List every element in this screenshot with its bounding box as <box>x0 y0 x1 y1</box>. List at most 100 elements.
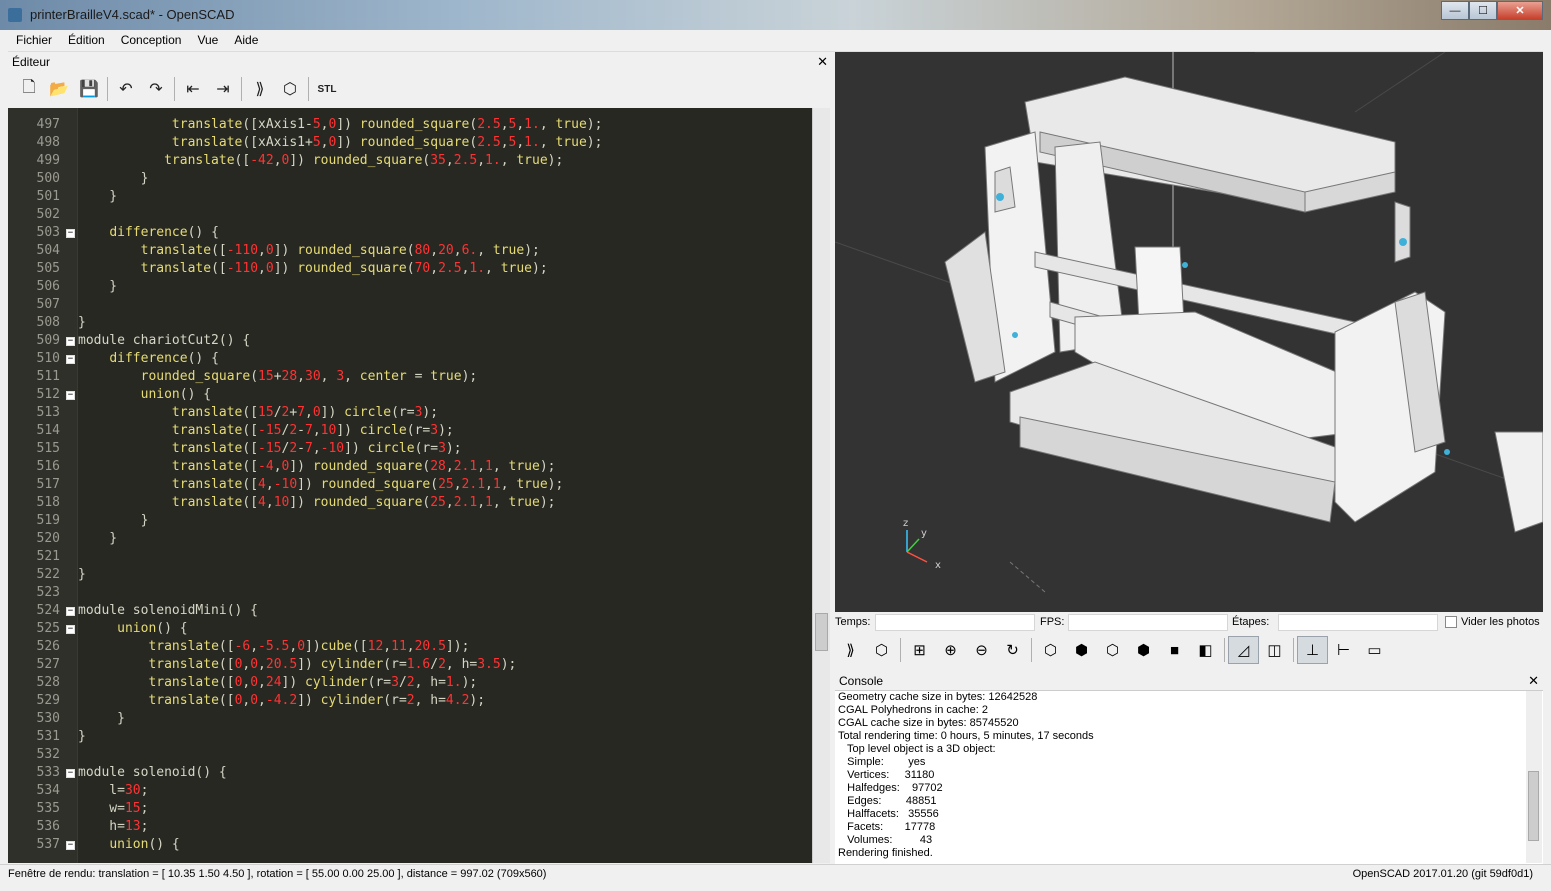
save-icon[interactable]: 💾 <box>74 75 104 103</box>
code-line: 514 translate([-15/2-7,10]) circle(r=3); <box>8 422 812 440</box>
show-scale-icon[interactable]: ⊢ <box>1328 636 1359 664</box>
fold-toggle-icon[interactable]: − <box>66 355 75 364</box>
view-front-icon[interactable]: ■ <box>1159 636 1190 664</box>
etapes-field[interactable] <box>1278 614 1438 631</box>
line-number: 517 <box>36 477 60 492</box>
fold-toggle-icon[interactable]: − <box>66 337 75 346</box>
toolbar-separator <box>1031 638 1032 662</box>
redo-icon[interactable]: ↷ <box>141 75 171 103</box>
menu-aide[interactable]: Aide <box>226 30 266 51</box>
menu-vue[interactable]: Vue <box>189 30 226 51</box>
menu-fichier[interactable]: Fichier <box>8 30 60 51</box>
render-icon[interactable]: ⬡ <box>275 75 305 103</box>
line-number: 527 <box>36 657 60 672</box>
code-line: 515 translate([-15/2-7,-10]) circle(r=3)… <box>8 440 812 458</box>
line-number: 529 <box>36 693 60 708</box>
console-line: Halfedges: 97702 <box>838 782 943 794</box>
console-line: Top level object is a 3D object: <box>838 743 996 755</box>
code-line: 521 <box>8 548 812 566</box>
console-close-button[interactable]: ✕ <box>1528 673 1539 689</box>
minimize-button[interactable]: — <box>1441 1 1469 20</box>
indent-icon[interactable]: ⇥ <box>208 75 238 103</box>
line-number: 510 <box>36 351 60 366</box>
reset-view-icon[interactable]: ↻ <box>997 636 1028 664</box>
line-number: 526 <box>36 639 60 654</box>
status-version: OpenSCAD 2017.01.20 (git 59df0d1) <box>1352 868 1533 880</box>
code-text: h=13; <box>78 819 149 834</box>
view-right-icon[interactable]: ⬡ <box>1035 636 1066 664</box>
fold-toggle-icon[interactable]: − <box>66 769 75 778</box>
line-number: 507 <box>36 297 60 312</box>
open-file-icon[interactable]: 📂 <box>44 75 74 103</box>
close-window-button[interactable]: ✕ <box>1497 1 1543 20</box>
export-stl-icon[interactable]: STL <box>312 75 342 103</box>
code-line: 532 <box>8 746 812 764</box>
zoom-in-icon[interactable]: ⊕ <box>935 636 966 664</box>
code-text: union() { <box>109 837 180 852</box>
undo-icon[interactable]: ↶ <box>111 75 141 103</box>
code-line: 507 <box>8 296 812 314</box>
code-line: 516 translate([-4,0]) rounded_square(28,… <box>8 458 812 476</box>
code-line: 537− union() { <box>8 836 812 854</box>
line-number: 534 <box>36 783 60 798</box>
preview-icon[interactable]: ⟫ <box>245 75 275 103</box>
line-number: 500 <box>36 171 60 186</box>
view-left-icon[interactable]: ⬢ <box>1128 636 1159 664</box>
code-text: module solenoid() { <box>78 765 227 780</box>
line-number: 531 <box>36 729 60 744</box>
unindent-icon[interactable]: ⇤ <box>178 75 208 103</box>
console-scrollbar-thumb[interactable] <box>1528 771 1539 841</box>
code-text: translate([4,10]) rounded_square(25,2.1,… <box>171 495 556 510</box>
render-icon[interactable]: ⬡ <box>866 636 897 664</box>
code-editor[interactable]: 497 translate([xAxis1-5,0]) rounded_squa… <box>8 108 812 863</box>
toolbar-separator <box>1293 638 1294 662</box>
fold-toggle-icon[interactable]: − <box>66 391 75 400</box>
perspective-icon[interactable]: ◿ <box>1228 636 1259 664</box>
code-line: 527 translate([0,0,20.5]) cylinder(r=1.6… <box>8 656 812 674</box>
line-number: 530 <box>36 711 60 726</box>
temps-field[interactable] <box>875 614 1035 631</box>
maximize-button[interactable]: ☐ <box>1469 1 1497 20</box>
3d-view[interactable]: z y x <box>835 52 1543 612</box>
console-line: CGAL cache size in bytes: 85745520 <box>838 717 1019 729</box>
vider-checkbox[interactable] <box>1445 616 1457 628</box>
code-line: 536 h=13; <box>8 818 812 836</box>
code-text: } <box>78 531 118 546</box>
editor-scrollbar-thumb[interactable] <box>815 613 828 651</box>
orthogonal-icon[interactable]: ◫ <box>1259 636 1290 664</box>
line-number: 537 <box>36 837 60 852</box>
menu-conception[interactable]: Conception <box>113 30 190 51</box>
new-file-icon[interactable]: 🗋 <box>14 75 44 103</box>
zoom-out-icon[interactable]: ⊖ <box>966 636 997 664</box>
vider-label: Vider les photos <box>1461 616 1540 628</box>
code-line: 497 translate([xAxis1-5,0]) rounded_squa… <box>8 116 812 134</box>
view-bottom-icon[interactable]: ⬡ <box>1097 636 1128 664</box>
axis-label-x: x <box>935 560 941 571</box>
console-line: Facets: 17778 <box>838 821 936 833</box>
code-text: translate([-15/2-7,-10]) circle(r=3); <box>171 441 462 456</box>
fold-toggle-icon[interactable]: − <box>66 841 75 850</box>
line-number: 525 <box>36 621 60 636</box>
line-number: 520 <box>36 531 60 546</box>
console-scrollbar[interactable] <box>1526 691 1542 863</box>
code-text: translate([-110,0]) rounded_square(80,20… <box>140 243 540 258</box>
line-number: 497 <box>36 117 60 132</box>
editor-scrollbar[interactable] <box>812 108 830 863</box>
fps-field[interactable] <box>1068 614 1228 631</box>
code-line: 531} <box>8 728 812 746</box>
preview-icon[interactable]: ⟫ <box>835 636 866 664</box>
console-panel: Console ✕ Geometry cache size in bytes: … <box>835 672 1543 864</box>
fold-toggle-icon[interactable]: − <box>66 607 75 616</box>
editor-close-button[interactable]: ✕ <box>817 54 828 70</box>
menu-edition[interactable]: Édition <box>60 30 113 51</box>
view-top-icon[interactable]: ⬢ <box>1066 636 1097 664</box>
line-number: 504 <box>36 243 60 258</box>
show-axes-icon[interactable]: ⊥ <box>1297 636 1328 664</box>
show-edges-icon[interactable]: ▭ <box>1359 636 1390 664</box>
view-all-icon[interactable]: ⊞ <box>904 636 935 664</box>
code-line: 503− difference() { <box>8 224 812 242</box>
fold-toggle-icon[interactable]: − <box>66 625 75 634</box>
fold-toggle-icon[interactable]: − <box>66 229 75 238</box>
toolbar-separator <box>1224 638 1225 662</box>
view-back-icon[interactable]: ◧ <box>1190 636 1221 664</box>
